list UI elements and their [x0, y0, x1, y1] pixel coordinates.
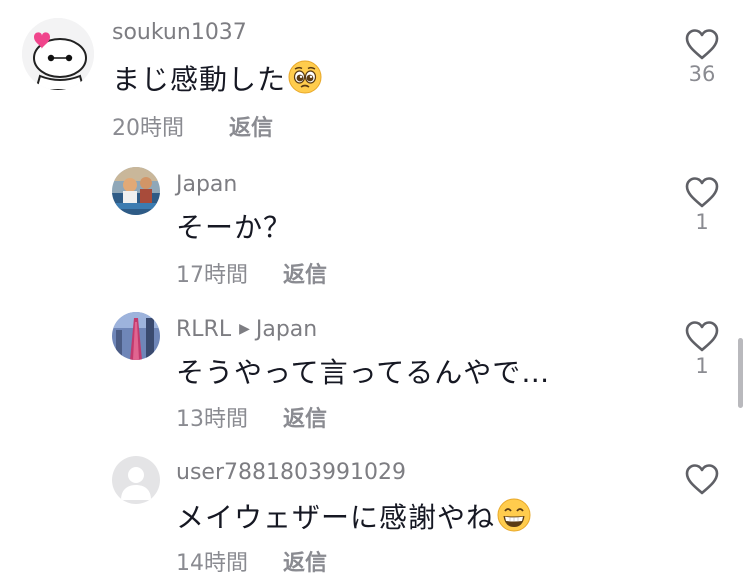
like-count: 36 [688, 62, 716, 86]
baymax-avatar[interactable] [22, 18, 94, 90]
reply-button[interactable]: 返信 [283, 545, 327, 577]
comment-text: そーか？ [176, 211, 293, 244]
comment-text: メイウェザーに感謝やね [176, 496, 531, 539]
comment-username[interactable]: soukun1037 [112, 20, 247, 45]
like-count: 1 [695, 210, 709, 234]
reply-author[interactable]: RLRL [176, 317, 231, 342]
comment-timestamp: 17時間 [176, 263, 248, 288]
reply-button[interactable]: 返信 [283, 257, 327, 289]
comment-text: そうやって言ってるんやで… [176, 356, 551, 389]
default-avatar[interactable] [112, 456, 160, 504]
heart-outline-icon [685, 321, 719, 352]
pleading-face-emoji-icon [288, 60, 322, 101]
comment-timestamp: 14時間 [176, 551, 248, 576]
comment-list: soukun1037 まじ感動した 20時間 返信 36 Japan そーか？ … [0, 0, 750, 580]
comment-text-body: まじ感動した [112, 63, 287, 96]
comment-timestamp: 13時間 [176, 407, 248, 432]
comment-username: RLRL ▶ Japan [176, 317, 317, 342]
like-count: 1 [695, 354, 709, 378]
scrollbar[interactable] [738, 338, 743, 408]
reply-target[interactable]: Japan [256, 317, 317, 342]
comment-text: まじ感動した [112, 58, 322, 101]
heart-outline-icon [685, 464, 719, 495]
photo-avatar[interactable] [112, 167, 160, 215]
reply-button[interactable]: 返信 [283, 401, 327, 433]
play-arrow-icon: ▶ [239, 321, 250, 337]
comment-username[interactable]: user7881803991029 [176, 460, 406, 485]
like-button[interactable] [682, 463, 722, 497]
comment-text-body: メイウェザーに感謝やね [176, 501, 496, 534]
comment-timestamp: 20時間 [112, 116, 184, 141]
grinning-face-emoji-icon [497, 498, 531, 539]
reply-button[interactable]: 返信 [229, 110, 273, 142]
like-button[interactable]: 1 [682, 176, 722, 234]
comment-username[interactable]: Japan [176, 172, 237, 197]
like-button[interactable]: 1 [682, 320, 722, 378]
tower-avatar[interactable] [112, 312, 160, 360]
like-button[interactable]: 36 [682, 28, 722, 86]
heart-outline-icon [685, 29, 719, 60]
heart-outline-icon [685, 177, 719, 208]
